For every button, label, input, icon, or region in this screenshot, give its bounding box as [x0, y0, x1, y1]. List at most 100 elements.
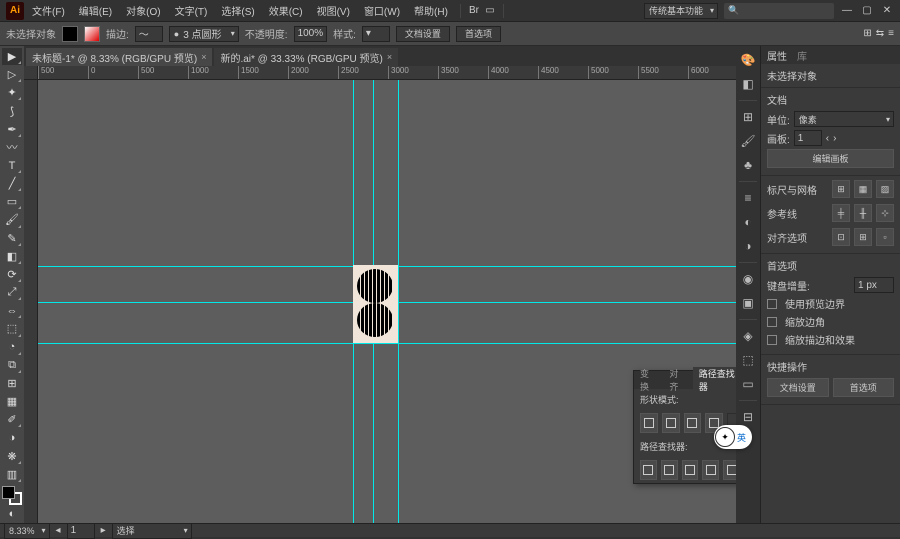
guide-horizontal[interactable]	[38, 343, 736, 344]
free-transform-tool[interactable]: ⬚	[2, 320, 22, 337]
asset-export-icon[interactable]: ⬚	[738, 350, 758, 370]
fill-swatch[interactable]	[62, 26, 78, 42]
tab-close-icon[interactable]: ×	[201, 52, 206, 62]
gradient-tool[interactable]: ▦	[2, 393, 22, 410]
panel-tab-transform[interactable]: 变换	[634, 367, 663, 393]
brushes-panel-icon[interactable]: 🖌	[738, 131, 758, 151]
align-icon[interactable]: ⊞	[863, 28, 871, 39]
smart-guides[interactable]: ⊹	[876, 204, 894, 222]
horizontal-ruler[interactable]: 5000500100015002000250030003500400045005…	[38, 66, 736, 80]
search-input[interactable]: 🔍	[724, 3, 834, 19]
transform-icon[interactable]: ⇆	[876, 28, 884, 39]
grid-toggle[interactable]: ▦	[854, 180, 872, 198]
scale-strokes-checkbox[interactable]	[767, 335, 777, 345]
outline-button[interactable]	[723, 460, 736, 480]
selection-tool[interactable]: ▶	[2, 48, 22, 65]
close-icon[interactable]: ✕	[880, 4, 894, 18]
blend-tool[interactable]: ◑	[2, 429, 22, 446]
panel-tab-align[interactable]: 对齐	[663, 367, 692, 393]
menu-window[interactable]: 窗口(W)	[358, 3, 406, 18]
menu-type[interactable]: 文字(T)	[169, 3, 214, 18]
prefs-quick-button[interactable]: 首选项	[833, 378, 895, 397]
zoom-level[interactable]: 8.33%	[4, 523, 50, 539]
guide-visibility[interactable]: ╪	[832, 204, 850, 222]
menu-select[interactable]: 选择(S)	[215, 3, 260, 18]
layers-panel-icon[interactable]: ◈	[738, 326, 758, 346]
symbol-sprayer-tool[interactable]: ❋	[2, 447, 22, 464]
artboard[interactable]	[353, 265, 398, 343]
current-tool-status[interactable]: 选择	[112, 523, 192, 539]
ruler-toggle[interactable]: ⊞	[832, 180, 850, 198]
stroke-weight[interactable]: 〜	[135, 26, 163, 42]
rotate-tool[interactable]: ⟳	[2, 266, 22, 283]
artboard-nav[interactable]: 1	[67, 523, 95, 539]
symbols-panel-icon[interactable]: ♣	[738, 155, 758, 175]
tab-close-icon[interactable]: ×	[387, 52, 392, 62]
transparency-panel-icon[interactable]: ◑	[738, 236, 758, 256]
trim-button[interactable]	[661, 460, 678, 480]
perspective-tool[interactable]: ⧉	[2, 357, 22, 374]
edit-artboards-button[interactable]: 编辑画板	[767, 149, 894, 168]
color-panel-icon[interactable]: 🎨	[738, 50, 758, 70]
brush-preset[interactable]: ● 3 点圆形	[169, 26, 239, 42]
width-tool[interactable]: ⇔	[2, 302, 22, 319]
prev-artboard-status[interactable]: ◂	[56, 525, 61, 536]
magic-wand-tool[interactable]: ✦	[2, 84, 22, 101]
scale-tool[interactable]: ⤢	[2, 284, 22, 301]
prefs-button[interactable]: 首选项	[456, 26, 501, 42]
lasso-tool[interactable]: ⟆	[2, 102, 22, 119]
doc-setup-quick-button[interactable]: 文档设置	[767, 378, 829, 397]
divide-button[interactable]	[640, 460, 657, 480]
pen-tool[interactable]: ✒	[2, 121, 22, 138]
ime-badge[interactable]: ✦ 英	[714, 425, 752, 449]
preview-bounds-checkbox[interactable]	[767, 299, 777, 309]
rectangle-tool[interactable]: ▭	[2, 193, 22, 210]
menu-view[interactable]: 视图(V)	[311, 3, 356, 18]
artboards-panel-icon[interactable]: ▭	[738, 374, 758, 394]
next-artboard-icon[interactable]: ›	[833, 133, 836, 144]
menu-object[interactable]: 对象(O)	[120, 3, 166, 18]
menu-edit[interactable]: 编辑(E)	[73, 3, 118, 18]
intersect-button[interactable]	[684, 413, 702, 433]
unite-button[interactable]	[640, 413, 658, 433]
gradient-panel-icon[interactable]: ◐	[738, 212, 758, 232]
minimize-icon[interactable]: —	[840, 4, 854, 18]
curvature-tool[interactable]: 〰	[2, 139, 22, 156]
panel-tab-pathfinder[interactable]: 路径查找器	[693, 367, 736, 393]
fill-stroke-control[interactable]	[2, 486, 22, 505]
prev-artboard-icon[interactable]: ‹	[826, 133, 829, 144]
swatches-panel-icon[interactable]: ⊞	[738, 107, 758, 127]
color-guide-icon[interactable]: ◧	[738, 74, 758, 94]
eraser-tool[interactable]: ◧	[2, 248, 22, 265]
mesh-tool[interactable]: ⊞	[2, 375, 22, 392]
style-select[interactable]: ▾	[362, 26, 390, 42]
scale-corners-checkbox[interactable]	[767, 317, 777, 327]
snap-grid[interactable]: ⊞	[854, 228, 872, 246]
stroke-swatch[interactable]	[84, 26, 100, 42]
menu-effect[interactable]: 效果(C)	[263, 3, 309, 18]
opacity-value[interactable]: 100%	[294, 26, 328, 42]
properties-tab[interactable]: 属性	[767, 48, 787, 63]
crop-button[interactable]	[702, 460, 719, 480]
type-tool[interactable]: T	[2, 157, 22, 174]
canvas[interactable]: 变换 对齐 路径查找器 ▸≡ 形状模式: 扩展 路径查找器:	[38, 80, 736, 523]
ruler-origin[interactable]	[24, 66, 38, 80]
workspace-switcher[interactable]: 传统基本功能	[644, 3, 718, 19]
graphic-styles-icon[interactable]: ▣	[738, 293, 758, 313]
transparency-grid[interactable]: ▨	[876, 180, 894, 198]
units-select[interactable]: 像素	[794, 111, 894, 127]
document-tab[interactable]: 未标题-1* @ 8.33% (RGB/GPU 预览)×	[26, 48, 212, 66]
snap-point[interactable]: ⊡	[832, 228, 850, 246]
doc-setup-button[interactable]: 文档设置	[396, 26, 450, 42]
line-tool[interactable]: ╱	[2, 175, 22, 192]
color-mode-toggle[interactable]: ◐	[2, 506, 22, 523]
stroke-panel-icon[interactable]: ≡	[738, 188, 758, 208]
eyedropper-tool[interactable]: ✐	[2, 411, 22, 428]
next-artboard-status[interactable]: ▸	[101, 525, 106, 536]
guide-vertical[interactable]	[398, 80, 399, 523]
merge-button[interactable]	[682, 460, 699, 480]
maximize-icon[interactable]: ▢	[860, 4, 874, 18]
shape-builder-tool[interactable]: ◔	[2, 339, 22, 356]
graph-tool[interactable]: ▥	[2, 466, 22, 483]
menu-file[interactable]: 文件(F)	[26, 3, 71, 18]
